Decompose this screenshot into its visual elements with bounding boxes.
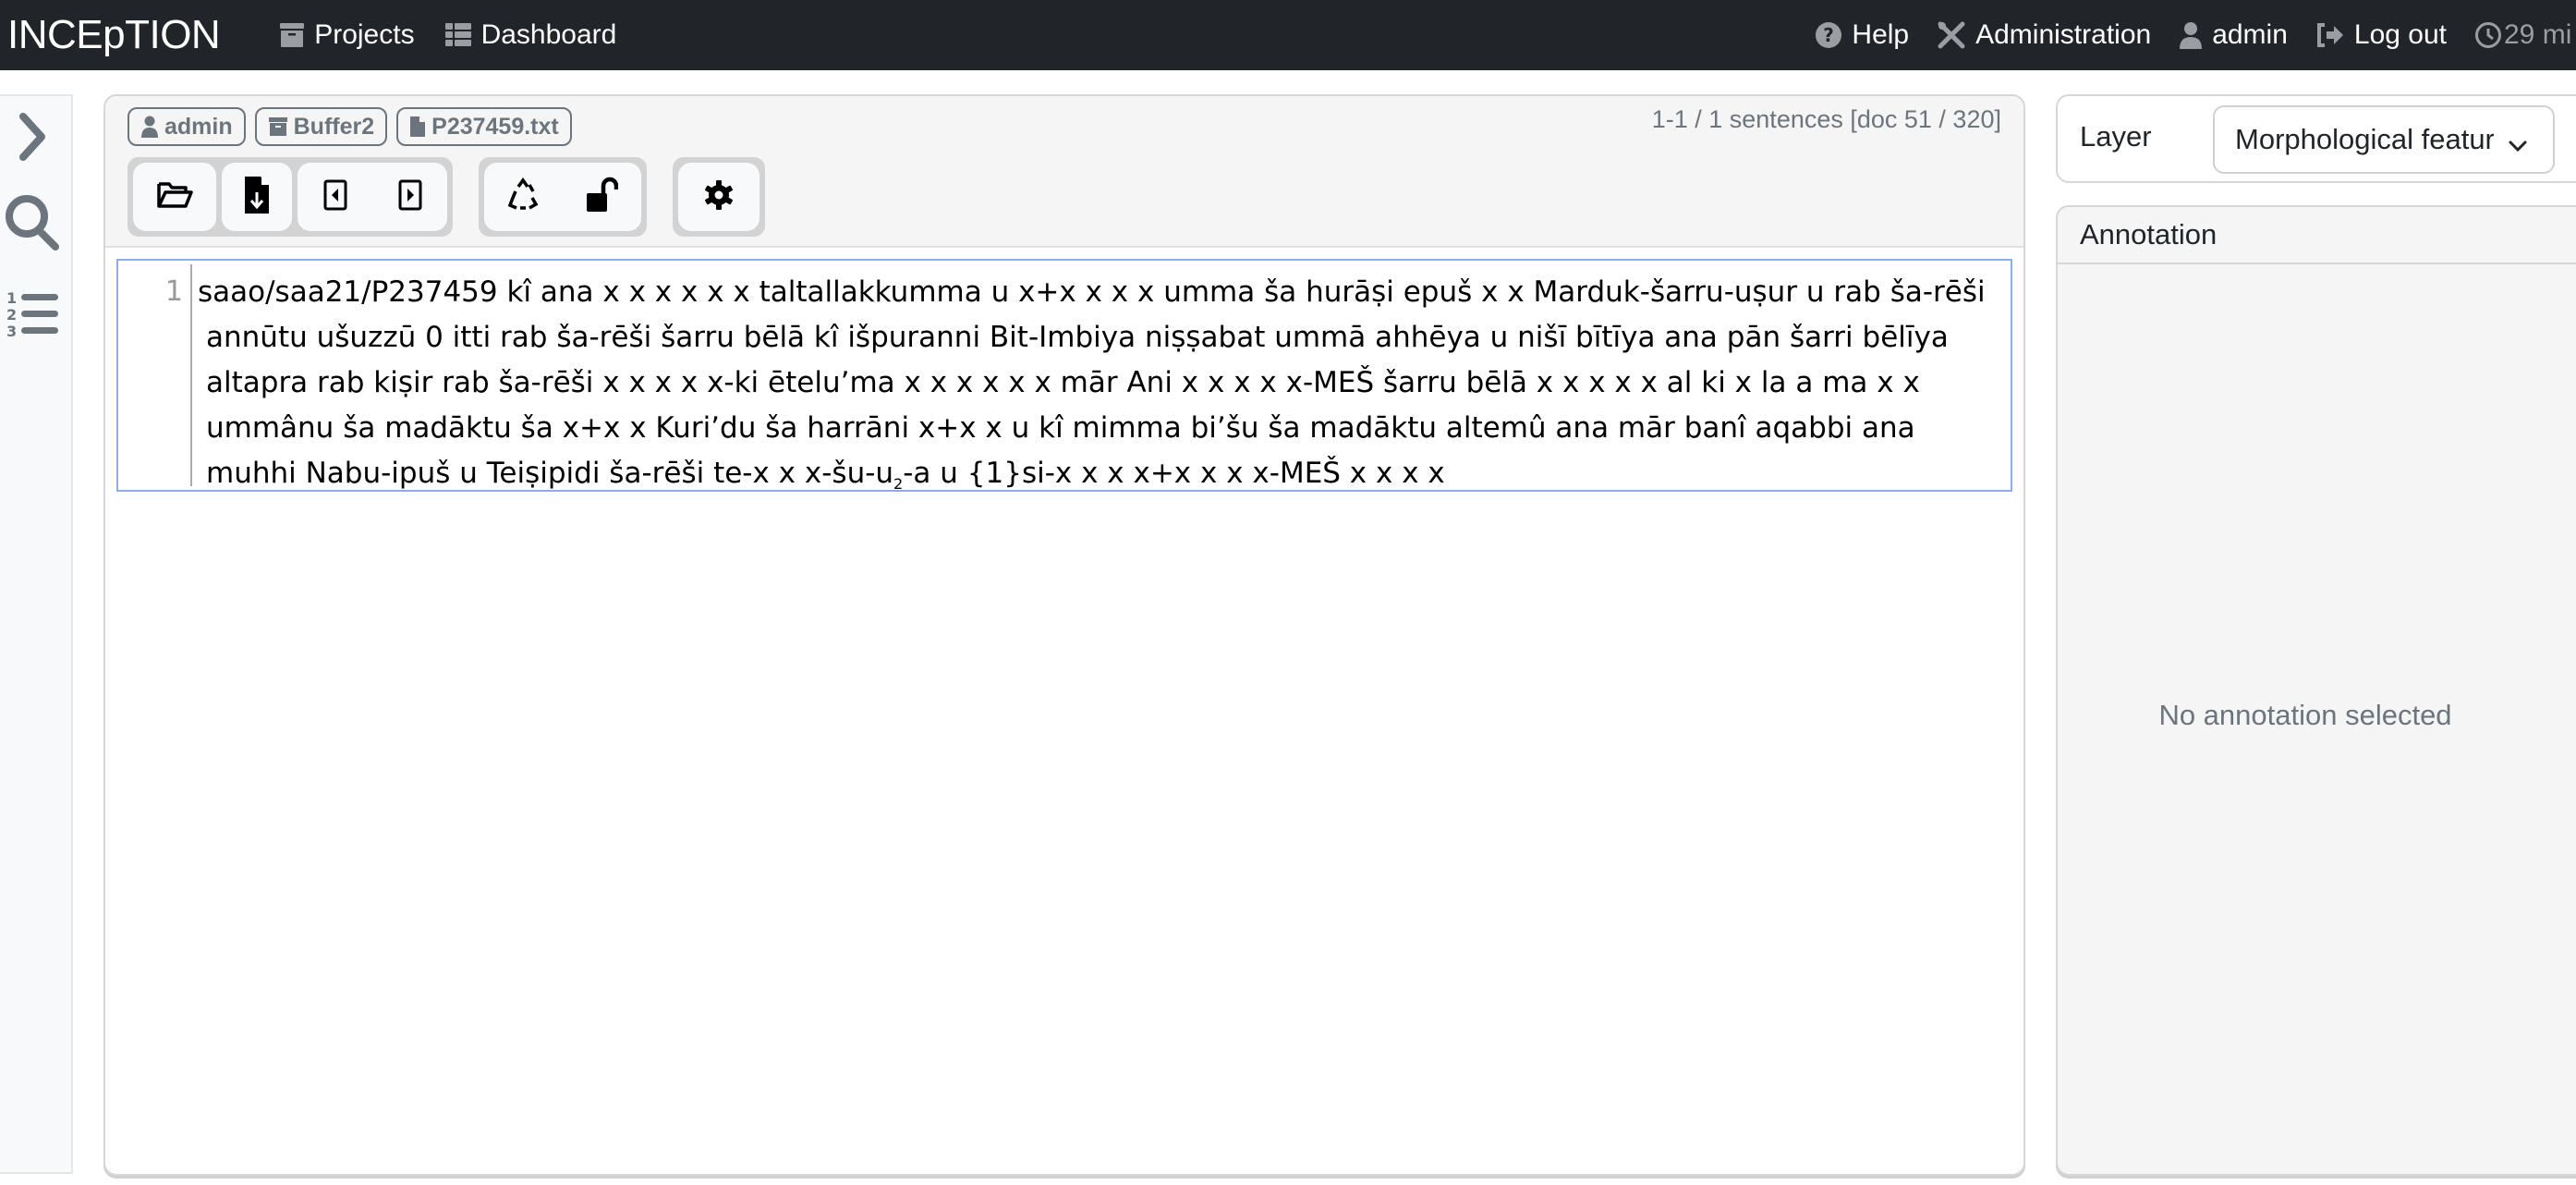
nav-projects-label: Projects [314, 19, 415, 50]
user-icon [140, 116, 164, 138]
text-line[interactable]: ummânu ša madāktu ša x+x x Kuri’du ša ha… [198, 406, 2009, 451]
badge-user-label: admin [164, 113, 233, 140]
nav-logout[interactable]: Log out [2315, 19, 2447, 51]
badge-user[interactable]: admin [128, 107, 246, 146]
open-document-button[interactable] [133, 163, 216, 231]
sentence-info: 1-1 / 1 sentences [doc 51 / 320] [1651, 105, 2001, 133]
brand-logo[interactable]: INCEpTION [7, 12, 221, 58]
layer-selector-card: Layer Morphological features [2056, 94, 2576, 183]
layer-label: Layer [2080, 120, 2152, 153]
sentence-view[interactable]: 1 saao/saa21/P237459 kî ana x x x x x x … [116, 259, 2012, 493]
annotation-panel-title: Annotation [2058, 207, 2576, 264]
gear-icon [703, 179, 735, 215]
archive-icon [279, 21, 305, 49]
nav-dashboard-label: Dashboard [480, 19, 617, 50]
settings-button-group [673, 157, 765, 237]
question-circle-icon: ? [1815, 21, 1842, 49]
line-number: 1 [164, 275, 183, 308]
badge-document-label: P237459.txt [431, 113, 559, 140]
nav-user[interactable]: admin [2179, 19, 2288, 51]
sign-out-icon [2315, 22, 2345, 48]
user-icon [2179, 21, 2203, 49]
line-number-gutter: 1 [118, 264, 192, 486]
text-line[interactable]: altapra rab kiṣir rab ša-rēši x x x x x-… [198, 360, 2009, 406]
tools-icon [1937, 20, 1966, 50]
nav-logout-label: Log out [2353, 19, 2447, 50]
folder-open-icon [156, 180, 193, 214]
top-navbar: INCEpTION Projects Dashboard ? Help Admi… [0, 0, 2576, 70]
layer-select-value: Morphological features [2235, 123, 2494, 155]
badge-project-label: Buffer2 [293, 113, 375, 140]
lock-open-icon [585, 177, 619, 217]
editor-toolbar [128, 157, 765, 237]
nav-dashboard[interactable]: Dashboard [444, 19, 617, 51]
settings-button[interactable] [678, 163, 759, 231]
nav-help-label: Help [1852, 19, 1910, 50]
subscript-index: 2 [893, 475, 904, 494]
nav-administration-label: Administration [1975, 19, 2152, 50]
sidebar-expand-button[interactable] [0, 109, 65, 169]
nav-administration[interactable]: Administration [1937, 19, 2151, 51]
document-button-group [128, 157, 453, 237]
text-line[interactable]: saao/saa21/P237459 kî ana x x x x x x ta… [198, 270, 2009, 315]
session-timer: 29 mi [2474, 19, 2576, 51]
text-segment: muhhi Nabu-ipuš u Teiṣipidi ša-rēši te-x… [206, 457, 894, 490]
no-annotation-message: No annotation selected [2158, 699, 2452, 731]
svg-text:1: 1 [6, 289, 17, 307]
svg-text:?: ? [1824, 24, 1835, 46]
grid-list-icon [444, 21, 472, 49]
chevron-right-icon [14, 109, 51, 169]
nav-help[interactable]: ? Help [1815, 19, 1909, 51]
file-icon [409, 116, 431, 138]
badge-document[interactable]: P237459.txt [396, 107, 572, 146]
caret-square-right-icon [398, 179, 422, 214]
editor-header: admin Buffer2 P237459.txt 1-1 / 1 senten… [105, 96, 2023, 248]
annotation-detail-panel: Annotation No annotation selected [2056, 205, 2576, 1176]
svg-text:2: 2 [6, 306, 17, 324]
clock-icon [2474, 21, 2502, 49]
finish-document-button[interactable] [585, 177, 619, 218]
annotation-editor: admin Buffer2 P237459.txt 1-1 / 1 senten… [103, 94, 2025, 1176]
svg-text:3: 3 [6, 323, 17, 340]
next-document-button[interactable] [398, 179, 422, 215]
caret-square-left-icon [323, 179, 347, 214]
workflow-buttons [484, 163, 641, 231]
file-download-icon [244, 176, 270, 219]
document-navigation [298, 163, 447, 231]
text-line[interactable]: muhhi Nabu-ipuš u Teiṣipidi ša-rēši te-x… [198, 451, 2009, 507]
badge-project[interactable]: Buffer2 [254, 107, 388, 146]
chevron-down-icon [2507, 128, 2529, 161]
sidebar-outline-button[interactable]: 123 [0, 288, 65, 345]
layer-select[interactable]: Morphological features [2213, 105, 2555, 174]
reset-document-button[interactable] [507, 177, 539, 217]
nav-projects[interactable]: Projects [279, 19, 415, 51]
workflow-button-group [479, 157, 647, 237]
search-icon [5, 194, 60, 256]
document-badges: admin Buffer2 P237459.txt [128, 107, 572, 146]
text-line[interactable]: annūtu ušuzzū 0 itti rab ša-rēši šarru b… [198, 315, 2009, 360]
left-sidebar: 123 [0, 94, 73, 1174]
sentence-text[interactable]: saao/saa21/P237459 kî ana x x x x x x ta… [198, 270, 2009, 507]
sidebar-search-button[interactable] [0, 194, 65, 256]
nav-user-label: admin [2212, 19, 2288, 50]
previous-document-button[interactable] [323, 179, 347, 215]
archive-icon [268, 116, 294, 138]
export-document-button[interactable] [222, 163, 292, 231]
text-segment: -a u {1}si-x x x x+x x x x-MEŠ x x x x [903, 457, 1445, 490]
session-timer-value: 29 mi [2504, 19, 2572, 50]
ordered-list-icon: 123 [5, 288, 60, 345]
recycle-icon [507, 177, 539, 216]
